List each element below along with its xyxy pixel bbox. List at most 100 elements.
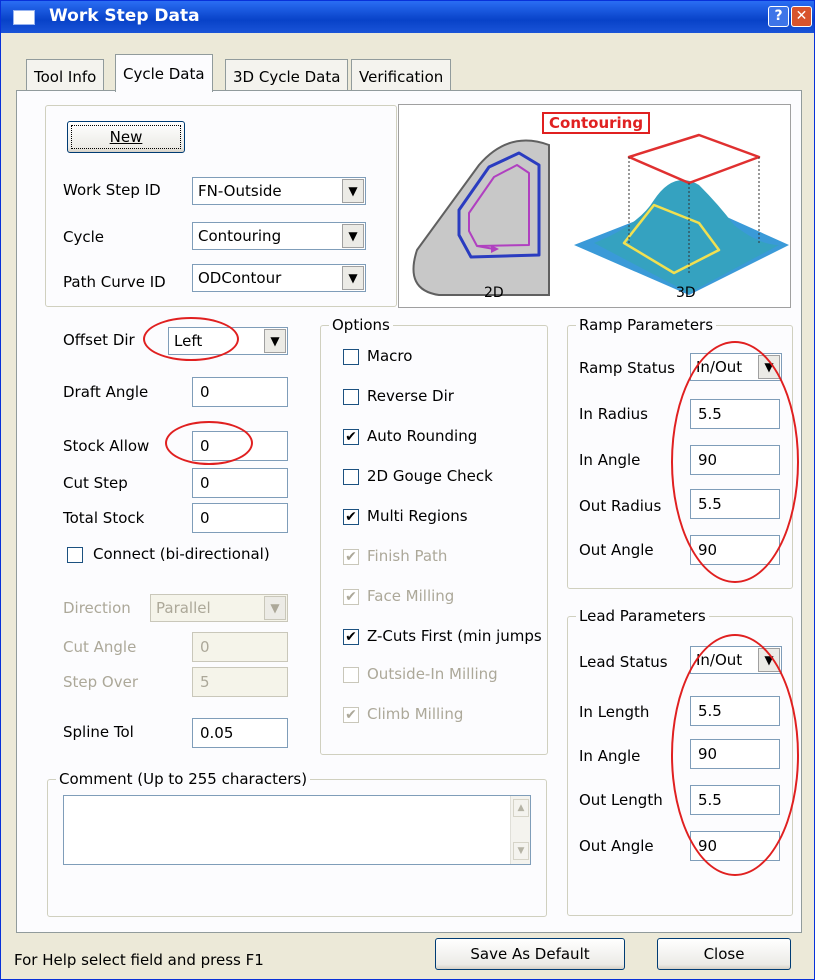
cycle-select[interactable]: Contouring ▼ xyxy=(192,222,366,250)
option-label: Face Milling xyxy=(367,587,455,605)
lead-title: Lead Parameters xyxy=(576,607,709,625)
preview-title: Contouring xyxy=(542,112,651,134)
work-step-id-value: FN-Outside xyxy=(198,182,282,200)
dialog-window: Work Step Data ? ✕ Tool Info Cycle Data … xyxy=(0,0,815,980)
ramp-in-radius-label: In Radius xyxy=(579,405,648,423)
lead-in-angle-label: In Angle xyxy=(579,747,641,765)
annotation-ring-ramp xyxy=(671,341,799,583)
step-over-label: Step Over xyxy=(63,673,138,691)
cycle-label: Cycle xyxy=(63,228,104,246)
chevron-down-icon: ▼ xyxy=(342,266,364,290)
option-label: Outside-In Milling xyxy=(367,665,498,683)
preview-3d-label: 3D xyxy=(676,285,696,301)
cut-step-label: Cut Step xyxy=(63,474,128,492)
total-stock-input[interactable]: 0 xyxy=(192,503,288,533)
options-title: Options xyxy=(329,316,393,334)
work-step-id-label: Work Step ID xyxy=(63,181,161,199)
option-label: Multi Regions xyxy=(367,507,468,525)
chevron-down-icon: ▼ xyxy=(264,596,286,620)
direction-label: Direction xyxy=(63,599,131,617)
step-over-value: 5 xyxy=(200,673,210,691)
draft-angle-input[interactable]: 0 xyxy=(192,377,288,407)
connect-label: Connect (bi-directional) xyxy=(93,545,270,563)
preview-2d-label: 2D xyxy=(484,285,504,301)
spline-tol-label: Spline Tol xyxy=(63,723,134,741)
option-checkbox[interactable]: ✔ xyxy=(343,509,359,525)
contouring-preview-image: Contouring 2D 3D xyxy=(398,104,791,308)
option-checkbox[interactable] xyxy=(343,469,359,485)
lead-status-label: Lead Status xyxy=(579,653,668,671)
stock-allow-label: Stock Allow xyxy=(63,437,150,455)
annotation-ring-lead xyxy=(671,634,799,876)
save-as-default-button[interactable]: Save As Default xyxy=(435,938,625,970)
ramp-title: Ramp Parameters xyxy=(576,316,717,334)
cut-angle-label: Cut Angle xyxy=(63,638,137,656)
ramp-out-radius-label: Out Radius xyxy=(579,497,662,515)
offset-dir-label: Offset Dir xyxy=(63,331,135,349)
new-button[interactable]: New xyxy=(67,121,185,153)
tab-cycle-data[interactable]: Cycle Data xyxy=(115,54,213,92)
option-label: Climb Milling xyxy=(367,705,464,723)
option-checkbox[interactable] xyxy=(343,667,359,683)
lead-in-length-label: In Length xyxy=(579,703,650,721)
close-button-label: Close xyxy=(703,945,745,963)
window-close-button[interactable]: ✕ xyxy=(791,6,812,27)
path-curve-id-value: ODContour xyxy=(198,269,282,287)
scroll-up-icon[interactable]: ▲ xyxy=(513,799,529,817)
option-label: Finish Path xyxy=(367,547,448,565)
cycle-data-panel: New Work Step ID FN-Outside ▼ Cycle Conto… xyxy=(16,90,802,933)
new-button-label: New xyxy=(109,128,143,146)
comment-textarea[interactable]: ▲ ▼ xyxy=(63,795,531,865)
help-button[interactable]: ? xyxy=(768,6,789,27)
title-bar[interactable]: Work Step Data ? ✕ xyxy=(1,1,814,33)
chevron-down-icon: ▼ xyxy=(342,179,364,203)
option-label: Z-Cuts First (min jumps xyxy=(367,627,542,645)
comment-title: Comment (Up to 255 characters) xyxy=(56,770,311,788)
option-checkbox[interactable] xyxy=(343,389,359,405)
cycle-value: Contouring xyxy=(198,227,282,245)
ramp-in-angle-label: In Angle xyxy=(579,451,641,469)
tab-3d-cycle-data[interactable]: 3D Cycle Data xyxy=(225,59,349,91)
ramp-status-label: Ramp Status xyxy=(579,359,675,377)
option-checkbox[interactable]: ✔ xyxy=(343,707,359,723)
option-checkbox[interactable]: ✔ xyxy=(343,589,359,605)
cut-angle-input[interactable]: 0 xyxy=(192,632,288,662)
work-step-id-select[interactable]: FN-Outside ▼ xyxy=(192,177,366,205)
path-curve-id-label: Path Curve ID xyxy=(63,273,166,291)
draft-angle-value: 0 xyxy=(200,383,210,401)
annotation-ring-offset-dir xyxy=(143,317,239,361)
option-label: 2D Gouge Check xyxy=(367,467,493,485)
help-hint-text: For Help select field and press F1 xyxy=(14,951,264,969)
lead-out-length-label: Out Length xyxy=(579,791,663,809)
lead-out-angle-label: Out Angle xyxy=(579,837,654,855)
total-stock-label: Total Stock xyxy=(63,509,145,527)
connect-checkbox[interactable] xyxy=(67,547,83,563)
window-title: Work Step Data xyxy=(49,6,200,26)
option-checkbox[interactable] xyxy=(343,349,359,365)
ramp-out-angle-label: Out Angle xyxy=(579,541,654,559)
cut-angle-value: 0 xyxy=(200,638,210,656)
option-checkbox[interactable]: ✔ xyxy=(343,549,359,565)
spline-tol-input[interactable]: 0.05 xyxy=(192,718,288,748)
chevron-down-icon: ▼ xyxy=(342,224,364,248)
option-checkbox[interactable]: ✔ xyxy=(343,429,359,445)
cut-step-value: 0 xyxy=(200,474,210,492)
comment-scrollbar[interactable]: ▲ ▼ xyxy=(510,796,530,864)
direction-value: Parallel xyxy=(156,599,211,617)
path-curve-id-select[interactable]: ODContour ▼ xyxy=(192,264,366,292)
cut-step-input[interactable]: 0 xyxy=(192,468,288,498)
draft-angle-label: Draft Angle xyxy=(63,383,149,401)
direction-select[interactable]: Parallel ▼ xyxy=(150,594,288,622)
app-icon xyxy=(13,10,35,25)
scroll-down-icon[interactable]: ▼ xyxy=(513,842,529,860)
option-checkbox[interactable]: ✔ xyxy=(343,629,359,645)
annotation-ring-stock-allow xyxy=(165,421,253,465)
close-button[interactable]: Close xyxy=(657,938,791,970)
option-label: Macro xyxy=(367,347,413,365)
tab-verification[interactable]: Verification xyxy=(351,59,452,91)
option-label: Auto Rounding xyxy=(367,427,478,445)
step-over-input[interactable]: 5 xyxy=(192,667,288,697)
chevron-down-icon: ▼ xyxy=(264,329,286,353)
tab-tool-info[interactable]: Tool Info xyxy=(26,59,105,91)
option-label: Reverse Dir xyxy=(367,387,454,405)
